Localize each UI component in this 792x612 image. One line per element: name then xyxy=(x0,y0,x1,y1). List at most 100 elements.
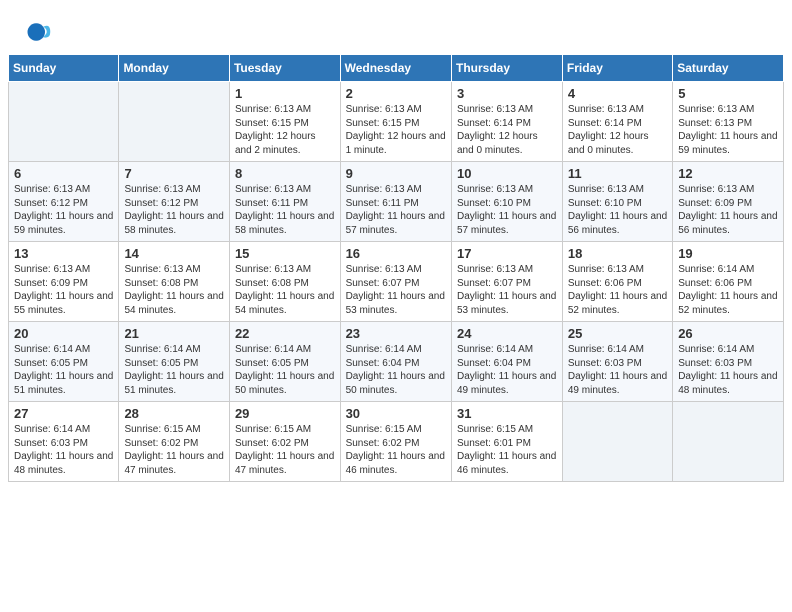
calendar-cell: 13Sunrise: 6:13 AMSunset: 6:09 PMDayligh… xyxy=(9,242,119,322)
day-number: 4 xyxy=(568,86,667,101)
calendar-cell: 20 Sunrise: 6:14 AMSunset: 6:05 PMDayligh… xyxy=(9,322,119,402)
day-detail: Sunrise: 6:13 AMSunset: 6:08 PMDaylight:… xyxy=(235,263,335,317)
calendar-week-row: 1 Sunrise: 6:13 AMSunset: 6:15 PMDaylight… xyxy=(9,82,784,162)
weekday-header: Wednesday xyxy=(340,55,451,82)
day-number: 5 xyxy=(678,86,778,101)
day-detail: Sunrise: 6:13 AMSunset: 6:06 PMDaylight:… xyxy=(568,263,667,317)
day-detail: Sunrise: 6:14 AMSunset: 6:04 PMDaylight:… xyxy=(346,343,446,397)
day-detail: Sunrise: 6:13 AMSunset: 6:14 PMDaylight:… xyxy=(568,103,667,157)
calendar-wrap: SundayMondayTuesdayWednesdayThursdayFrid… xyxy=(0,54,792,490)
calendar-cell xyxy=(9,82,119,162)
day-detail: Sunrise: 6:14 AMSunset: 6:03 PMDaylight:… xyxy=(678,343,778,397)
day-detail: Sunrise: 6:13 AMSunset: 6:11 PMDaylight:… xyxy=(346,183,446,237)
calendar-cell: 30 Sunrise: 6:15 AMSunset: 6:02 PMDayligh… xyxy=(340,402,451,482)
day-detail: Sunrise: 6:13 AMSunset: 6:11 PMDaylight:… xyxy=(235,183,335,237)
day-detail: Sunrise: 6:15 AMSunset: 6:02 PMDaylight:… xyxy=(235,423,335,477)
header-row: SundayMondayTuesdayWednesdayThursdayFrid… xyxy=(9,55,784,82)
day-detail: Sunrise: 6:14 AMSunset: 6:05 PMDaylight:… xyxy=(124,343,224,397)
calendar-cell: 4 Sunrise: 6:13 AMSunset: 6:14 PMDaylight… xyxy=(562,82,672,162)
day-number: 12 xyxy=(678,166,778,181)
day-detail: Sunrise: 6:14 AMSunset: 6:03 PMDaylight:… xyxy=(568,343,667,397)
day-detail: Sunrise: 6:14 AMSunset: 6:06 PMDaylight:… xyxy=(678,263,778,317)
page: SundayMondayTuesdayWednesdayThursdayFrid… xyxy=(0,0,792,612)
day-number: 20 xyxy=(14,326,113,341)
day-number: 7 xyxy=(124,166,224,181)
day-detail: Sunrise: 6:13 AMSunset: 6:15 PMDaylight:… xyxy=(235,103,335,157)
day-number: 27 xyxy=(14,406,113,421)
calendar-cell: 12 Sunrise: 6:13 AMSunset: 6:09 PMDayligh… xyxy=(673,162,784,242)
day-number: 6 xyxy=(14,166,113,181)
day-detail: Sunrise: 6:13 AMSunset: 6:10 PMDaylight:… xyxy=(457,183,557,237)
day-detail: Sunrise: 6:13 AMSunset: 6:12 PMDaylight:… xyxy=(14,183,113,237)
day-number: 30 xyxy=(346,406,446,421)
calendar-cell: 7 Sunrise: 6:13 AMSunset: 6:12 PMDaylight… xyxy=(119,162,230,242)
calendar-cell: 21 Sunrise: 6:14 AMSunset: 6:05 PMDayligh… xyxy=(119,322,230,402)
calendar-cell: 27 Sunrise: 6:14 AMSunset: 6:03 PMDayligh… xyxy=(9,402,119,482)
calendar-cell: 14Sunrise: 6:13 AMSunset: 6:08 PMDayligh… xyxy=(119,242,230,322)
calendar-cell: 22Sunrise: 6:14 AMSunset: 6:05 PMDayligh… xyxy=(229,322,340,402)
calendar-week-row: 13Sunrise: 6:13 AMSunset: 6:09 PMDayligh… xyxy=(9,242,784,322)
day-detail: Sunrise: 6:14 AMSunset: 6:03 PMDaylight:… xyxy=(14,423,113,477)
calendar-cell: 31 Sunrise: 6:15 AMSunset: 6:01 PMDayligh… xyxy=(451,402,562,482)
day-number: 25 xyxy=(568,326,667,341)
calendar-cell: 11 Sunrise: 6:13 AMSunset: 6:10 PMDayligh… xyxy=(562,162,672,242)
day-number: 10 xyxy=(457,166,557,181)
day-detail: Sunrise: 6:13 AMSunset: 6:12 PMDaylight:… xyxy=(124,183,224,237)
weekday-header: Friday xyxy=(562,55,672,82)
calendar-cell: 10 Sunrise: 6:13 AMSunset: 6:10 PMDayligh… xyxy=(451,162,562,242)
calendar-cell: 24Sunrise: 6:14 AMSunset: 6:04 PMDayligh… xyxy=(451,322,562,402)
calendar-cell: 3Sunrise: 6:13 AMSunset: 6:14 PMDaylight… xyxy=(451,82,562,162)
day-number: 11 xyxy=(568,166,667,181)
day-detail: Sunrise: 6:13 AMSunset: 6:14 PMDaylight:… xyxy=(457,103,557,157)
calendar-body: 1 Sunrise: 6:13 AMSunset: 6:15 PMDaylight… xyxy=(9,82,784,482)
day-number: 29 xyxy=(235,406,335,421)
day-detail: Sunrise: 6:13 AMSunset: 6:09 PMDaylight:… xyxy=(14,263,113,317)
calendar-cell xyxy=(119,82,230,162)
day-detail: Sunrise: 6:13 AMSunset: 6:09 PMDaylight:… xyxy=(678,183,778,237)
day-detail: Sunrise: 6:13 AMSunset: 6:13 PMDaylight:… xyxy=(678,103,778,157)
calendar-cell: 9Sunrise: 6:13 AMSunset: 6:11 PMDaylight… xyxy=(340,162,451,242)
calendar-cell: 18Sunrise: 6:13 AMSunset: 6:06 PMDayligh… xyxy=(562,242,672,322)
calendar-cell xyxy=(673,402,784,482)
weekday-header: Sunday xyxy=(9,55,119,82)
day-detail: Sunrise: 6:15 AMSunset: 6:02 PMDaylight:… xyxy=(346,423,446,477)
day-number: 16 xyxy=(346,246,446,261)
calendar-week-row: 20 Sunrise: 6:14 AMSunset: 6:05 PMDayligh… xyxy=(9,322,784,402)
day-detail: Sunrise: 6:15 AMSunset: 6:01 PMDaylight:… xyxy=(457,423,557,477)
day-detail: Sunrise: 6:14 AMSunset: 6:04 PMDaylight:… xyxy=(457,343,557,397)
day-number: 28 xyxy=(124,406,224,421)
day-detail: Sunrise: 6:14 AMSunset: 6:05 PMDaylight:… xyxy=(235,343,335,397)
logo-area xyxy=(24,18,56,46)
calendar-cell xyxy=(562,402,672,482)
weekday-header: Tuesday xyxy=(229,55,340,82)
calendar-week-row: 6 Sunrise: 6:13 AMSunset: 6:12 PMDaylight… xyxy=(9,162,784,242)
day-detail: Sunrise: 6:13 AMSunset: 6:10 PMDaylight:… xyxy=(568,183,667,237)
day-number: 17 xyxy=(457,246,557,261)
logo-icon xyxy=(24,18,52,46)
calendar-header: SundayMondayTuesdayWednesdayThursdayFrid… xyxy=(9,55,784,82)
calendar-cell: 26 Sunrise: 6:14 AMSunset: 6:03 PMDayligh… xyxy=(673,322,784,402)
day-number: 15 xyxy=(235,246,335,261)
day-number: 19 xyxy=(678,246,778,261)
weekday-header: Saturday xyxy=(673,55,784,82)
day-number: 26 xyxy=(678,326,778,341)
calendar-cell: 5 Sunrise: 6:13 AMSunset: 6:13 PMDaylight… xyxy=(673,82,784,162)
day-number: 23 xyxy=(346,326,446,341)
day-number: 1 xyxy=(235,86,335,101)
day-number: 2 xyxy=(346,86,446,101)
day-detail: Sunrise: 6:14 AMSunset: 6:05 PMDaylight:… xyxy=(14,343,113,397)
calendar-cell: 16 Sunrise: 6:13 AMSunset: 6:07 PMDayligh… xyxy=(340,242,451,322)
day-detail: Sunrise: 6:13 AMSunset: 6:08 PMDaylight:… xyxy=(124,263,224,317)
weekday-header: Thursday xyxy=(451,55,562,82)
day-number: 21 xyxy=(124,326,224,341)
day-number: 8 xyxy=(235,166,335,181)
day-detail: Sunrise: 6:13 AMSunset: 6:07 PMDaylight:… xyxy=(346,263,446,317)
calendar-cell: 19 Sunrise: 6:14 AMSunset: 6:06 PMDayligh… xyxy=(673,242,784,322)
calendar-cell: 29 Sunrise: 6:15 AMSunset: 6:02 PMDayligh… xyxy=(229,402,340,482)
calendar-week-row: 27 Sunrise: 6:14 AMSunset: 6:03 PMDayligh… xyxy=(9,402,784,482)
calendar-cell: 8 Sunrise: 6:13 AMSunset: 6:11 PMDaylight… xyxy=(229,162,340,242)
calendar-cell: 23 Sunrise: 6:14 AMSunset: 6:04 PMDayligh… xyxy=(340,322,451,402)
header xyxy=(0,0,792,54)
logo xyxy=(24,18,56,46)
day-number: 31 xyxy=(457,406,557,421)
